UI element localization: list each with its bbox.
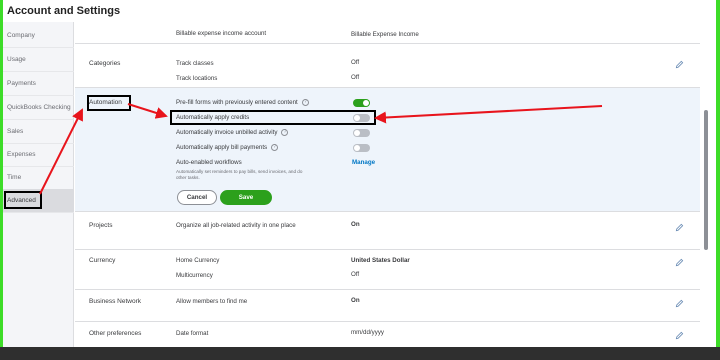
toggle-knob <box>354 145 360 151</box>
sidebar-item-company[interactable]: Company <box>3 24 74 48</box>
vertical-scrollbar[interactable] <box>704 110 708 250</box>
date-format-label: Date format <box>176 330 209 337</box>
home-currency-value: United States Dollar <box>351 257 410 264</box>
toggle-knob <box>363 100 369 106</box>
bottom-bar <box>0 347 720 360</box>
prefill-forms-text: Pre-fill forms with previously entered c… <box>176 99 298 107</box>
sidebar-item-time[interactable]: Time <box>3 166 74 190</box>
prefill-forms-label: Pre-fill forms with previously entered c… <box>176 99 309 106</box>
sidebar-item-payments[interactable]: Payments <box>3 72 74 96</box>
sidebar-item-usage[interactable]: Usage <box>3 48 74 72</box>
bill-payments-text: Automatically apply bill payments <box>176 144 268 152</box>
question-circle-icon[interactable]: ? <box>281 129 289 136</box>
advanced-annotation-box <box>4 191 42 209</box>
automation-annotation-box <box>87 95 131 111</box>
find-me-value: On <box>351 297 360 304</box>
invoice-unbilled-toggle[interactable] <box>353 129 370 137</box>
apply-credits-annotation-box <box>170 110 376 125</box>
billable-account-label: Billable expense income account <box>176 30 267 37</box>
bill-payments-toggle[interactable] <box>353 144 370 152</box>
sidebar-item-quickbooks-checking[interactable]: QuickBooks Checking <box>3 96 74 120</box>
track-locations-label: Track locations <box>176 75 218 82</box>
bill-payments-label: Automatically apply bill payments? <box>176 144 279 152</box>
auto-workflows-label: Auto-enabled workflows <box>176 159 242 166</box>
settings-window: Account and Settings Company Usage Payme… <box>3 0 716 347</box>
multicurrency-value: Off <box>351 271 360 278</box>
pencil-icon[interactable] <box>675 299 684 308</box>
question-circle-icon[interactable]: ? <box>301 99 309 106</box>
question-circle-icon[interactable]: ? <box>271 144 279 151</box>
sidebar-item-sales[interactable]: Sales <box>3 120 74 144</box>
cancel-button[interactable]: Cancel <box>177 190 217 205</box>
section-title-projects: Projects <box>89 222 113 229</box>
section-title-other-preferences: Other preferences <box>89 330 142 337</box>
section-categories: Categories Track classes Off Track locat… <box>75 44 700 88</box>
billable-account-value: Billable Expense Income <box>351 31 419 38</box>
pencil-icon[interactable] <box>675 331 684 340</box>
track-locations-value: Off <box>351 74 360 81</box>
projects-label: Organize all job-related activity in one… <box>176 222 296 229</box>
section-title-categories: Categories <box>89 60 121 67</box>
invoice-unbilled-text: Automatically invoice unbilled activity <box>176 129 278 137</box>
section-title-business-network: Business Network <box>89 298 142 305</box>
track-classes-value: Off <box>351 59 360 66</box>
sidebar-item-expenses[interactable]: Expenses <box>3 143 74 167</box>
section-title-currency: Currency <box>89 257 116 264</box>
invoice-unbilled-label: Automatically invoice unbilled activity? <box>176 129 289 137</box>
pencil-icon[interactable] <box>675 258 684 267</box>
home-currency-label: Home Currency <box>176 257 220 264</box>
pencil-icon[interactable] <box>675 60 684 69</box>
track-classes-label: Track classes <box>176 60 214 67</box>
section-business-network: Business Network Allow members to find m… <box>75 290 700 322</box>
settings-content: Billable expense income account Billable… <box>75 22 700 347</box>
prefill-forms-toggle[interactable] <box>353 99 370 107</box>
section-other-preferences: Other preferences Date format mm/dd/yyyy <box>75 322 700 347</box>
manage-link[interactable]: Manage <box>352 159 375 166</box>
pencil-icon[interactable] <box>675 223 684 232</box>
date-format-value: mm/dd/yyyy <box>351 329 385 336</box>
multicurrency-label: Multicurrency <box>176 272 213 279</box>
section-currency: Currency Home Currency United States Dol… <box>75 250 700 290</box>
section-projects: Projects Organize all job-related activi… <box>75 212 700 250</box>
section-billable: Billable expense income account Billable… <box>75 22 700 44</box>
save-button[interactable]: Save <box>220 190 272 205</box>
projects-value: On <box>351 221 360 228</box>
settings-sidebar: Company Usage Payments QuickBooks Checki… <box>3 22 74 347</box>
auto-workflows-description: Automatically set reminders to pay bills… <box>176 169 303 180</box>
window-title: Account and Settings <box>7 5 121 17</box>
section-automation: Automation Pre-fill forms with previousl… <box>75 88 700 212</box>
toggle-knob <box>354 130 360 136</box>
find-me-label: Allow members to find me <box>176 298 248 305</box>
